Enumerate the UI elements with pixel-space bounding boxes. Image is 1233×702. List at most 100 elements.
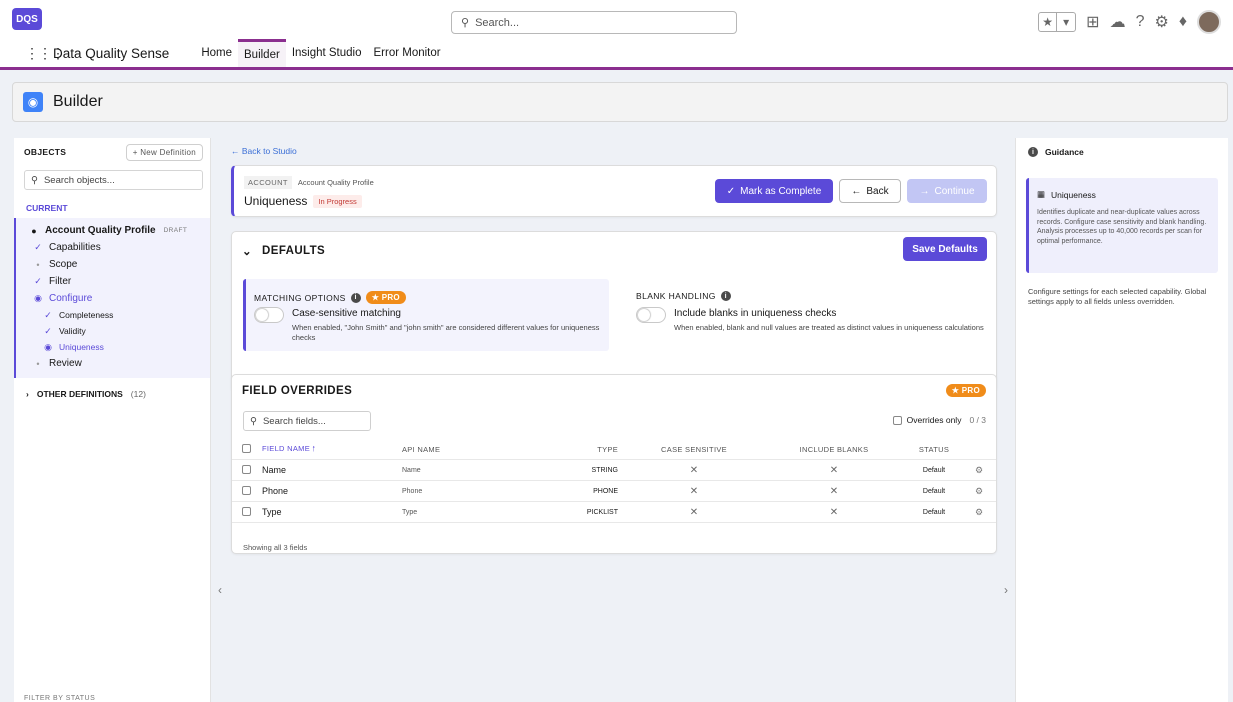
step-label: Review: [49, 358, 82, 369]
step-review[interactable]: • Review: [16, 355, 210, 372]
mark-complete-button[interactable]: ✓ Mark as Complete: [715, 179, 833, 203]
include-blanks-toggle[interactable]: [636, 307, 666, 323]
tab-home[interactable]: Home: [195, 39, 238, 67]
collapse-left-icon[interactable]: ‹: [218, 583, 222, 597]
continue-button[interactable]: → Continue: [907, 179, 987, 203]
blank-handling-label: BLANK HANDLING i: [636, 291, 731, 301]
row-checkbox[interactable]: [242, 464, 251, 474]
dot-icon: •: [36, 358, 40, 369]
case-sensitive-toggle[interactable]: [254, 307, 284, 323]
page-header: ◉ Builder: [12, 82, 1228, 122]
api-name-cell: Phone: [402, 487, 423, 495]
step-configure[interactable]: ◉ Configure: [16, 290, 210, 307]
case-sensitive-title: Case-sensitive matching: [292, 308, 401, 319]
duplicate-icon: ▦: [1037, 189, 1046, 199]
guidance-card-header: ▦ Uniqueness: [1037, 189, 1096, 200]
step-capabilities[interactable]: ✓ Capabilities: [16, 239, 210, 256]
step-filter[interactable]: ✓ Filter: [16, 273, 210, 290]
profile-name: Account Quality Profile: [297, 178, 374, 187]
filter-by-status-label: FILTER BY STATUS: [24, 695, 96, 702]
substep-uniqueness[interactable]: ◉ Uniqueness: [16, 339, 210, 355]
substep-completeness[interactable]: ✓ Completeness: [16, 307, 210, 323]
app-launcher-icon[interactable]: ⋮⋮⋮: [25, 45, 65, 62]
gear-icon[interactable]: ⚙: [964, 486, 994, 497]
gear-icon[interactable]: ⚙: [1154, 12, 1168, 32]
search-icon: ⚲: [461, 17, 470, 29]
new-definition-button[interactable]: + New Definition: [125, 143, 203, 161]
app-nav: ⋮⋮⋮ Data Quality Sense Home Builder Insi…: [0, 39, 447, 67]
avatar[interactable]: [1197, 10, 1221, 34]
back-button[interactable]: ← Back: [839, 179, 901, 203]
row-checkbox[interactable]: [242, 485, 251, 495]
favorites-button[interactable]: ★ ▾: [1038, 12, 1077, 32]
col-field-name[interactable]: FIELD NAME 🠑: [262, 443, 402, 456]
gear-icon[interactable]: ⚙: [964, 465, 994, 476]
add-icon[interactable]: ⊞: [1086, 12, 1099, 32]
case-sensitive-cell[interactable]: ✕: [624, 507, 764, 518]
other-definitions-count: (12): [130, 389, 146, 399]
case-sensitive-cell[interactable]: ✕: [624, 486, 764, 497]
include-blanks-cell[interactable]: ✕: [764, 507, 904, 518]
help-icon[interactable]: ?: [1136, 13, 1145, 31]
page-title: Builder: [53, 93, 103, 110]
chevron-down-icon: ⌄: [242, 246, 253, 258]
info-icon[interactable]: i: [350, 292, 361, 303]
search-objects-input[interactable]: ⚲ Search objects...: [24, 170, 203, 190]
save-defaults-button[interactable]: Save Defaults: [903, 237, 987, 261]
api-name-cell: Type: [402, 508, 418, 516]
back-to-studio-link[interactable]: ← Back to Studio: [231, 146, 297, 156]
app-logo[interactable]: DQS: [12, 8, 42, 30]
pro-badge: ★ PRO: [365, 291, 406, 304]
chevron-right-icon: ›: [26, 389, 29, 399]
include-blanks-cell[interactable]: ✕: [764, 486, 904, 497]
pro-label: PRO: [961, 386, 980, 395]
table-footer: Showing all 3 fields: [243, 543, 308, 552]
search-fields-input[interactable]: ⚲ Search fields...: [243, 411, 371, 431]
substep-label: Uniqueness: [59, 342, 104, 352]
guidance-card: ▦ Uniqueness Identifies duplicate and ne…: [1026, 178, 1218, 273]
defaults-title: DEFAULTS: [262, 245, 326, 257]
step-label: Capabilities: [49, 242, 101, 253]
global-search-placeholder: Search...: [475, 16, 520, 29]
new-definition-label: New Definition: [140, 147, 196, 157]
check-icon: ✓: [44, 325, 52, 336]
profile-item[interactable]: ● Account Quality Profile DRAFT: [16, 222, 210, 239]
object-pill: ACCOUNT: [244, 176, 292, 189]
star-icon: ★: [1039, 13, 1058, 31]
tab-insight-studio[interactable]: Insight Studio: [286, 39, 368, 67]
row-checkbox[interactable]: [242, 506, 251, 516]
bullet-icon: ●: [31, 225, 37, 236]
info-icon[interactable]: i: [720, 291, 731, 301]
select-all-checkbox[interactable]: [242, 443, 251, 453]
include-blanks-cell[interactable]: ✕: [764, 465, 904, 476]
global-search-input[interactable]: ⚲ Search...: [451, 11, 737, 34]
substep-label: Validity: [59, 326, 86, 336]
overrides-only-filter[interactable]: Overrides only 0 / 3: [892, 415, 986, 425]
substep-label: Completeness: [59, 310, 114, 320]
table-row: Phone Phone PHONE ✕ ✕ Default ⚙: [232, 481, 996, 502]
other-definitions-toggle[interactable]: › OTHER DEFINITIONS (12): [14, 389, 210, 399]
trailhead-icon[interactable]: ☁: [1110, 12, 1126, 32]
step-scope[interactable]: • Scope: [16, 256, 210, 273]
save-defaults-label: Save Defaults: [912, 243, 978, 255]
tab-builder[interactable]: Builder: [238, 39, 286, 67]
objects-header: OBJECTS + New Definition: [14, 138, 210, 166]
sort-up-icon: 🠑: [312, 443, 316, 453]
defaults-toggle[interactable]: ⌄ DEFAULTS: [242, 244, 325, 258]
case-sensitive-cell[interactable]: ✕: [624, 465, 764, 476]
search-icon: ⚲: [250, 415, 257, 427]
row-select-cell: [232, 464, 262, 476]
col-status: STATUS: [918, 444, 950, 454]
bell-icon[interactable]: ♦: [1179, 13, 1187, 31]
gear-icon[interactable]: ⚙: [964, 507, 994, 518]
step-label: Filter: [49, 276, 72, 287]
collapse-right-icon[interactable]: ›: [1004, 583, 1008, 597]
substep-validity[interactable]: ✓ Validity: [16, 323, 210, 339]
guidance-header: i Guidance: [1028, 147, 1084, 157]
table-row: Type Type PICKLIST ✕ ✕ Default ⚙: [232, 502, 996, 523]
blank-handling-panel: BLANK HANDLING i Include blanks in uniqu…: [628, 279, 988, 351]
guidance-text: Configure settings for each selected cap…: [1028, 287, 1207, 306]
overrides-only-checkbox[interactable]: [892, 415, 902, 425]
info-icon: i: [1028, 147, 1038, 157]
tab-error-monitor[interactable]: Error Monitor: [368, 39, 447, 67]
